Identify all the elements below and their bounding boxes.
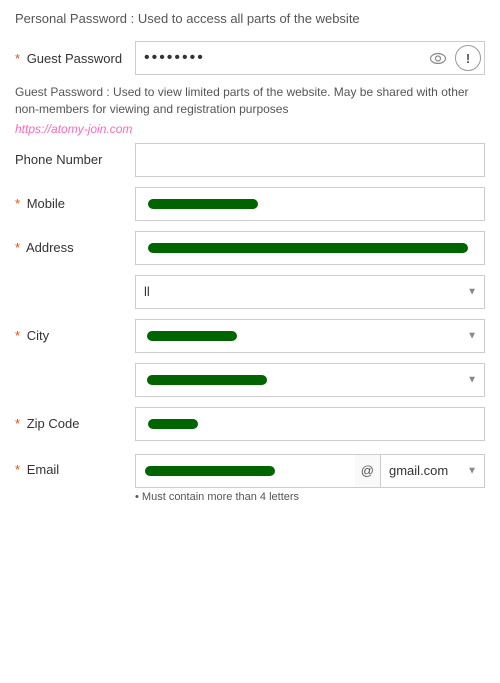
phone-number-field	[135, 143, 485, 177]
address-label: * Address	[15, 240, 135, 255]
email-row: * Email @ gmail.com yahoo.com hotmail.co…	[15, 450, 485, 503]
password-wrapper: !	[135, 41, 485, 75]
toggle-password-visibility-button[interactable]	[425, 45, 451, 71]
city-row: * City ▼	[15, 318, 485, 354]
phone-number-label: Phone Number	[15, 152, 135, 167]
guest-password-label: * Guest Password	[15, 51, 135, 66]
state-field: ll ▼	[135, 275, 485, 309]
zip-code-label-text: Zip Code	[27, 416, 80, 431]
address-field	[135, 231, 485, 265]
email-label: * Email	[15, 454, 135, 477]
password-icon-group: !	[425, 45, 481, 71]
mobile-label: * Mobile	[15, 196, 135, 211]
password-info-button[interactable]: !	[455, 45, 481, 71]
state-row: ll ▼	[15, 274, 485, 310]
address-masked-value	[148, 243, 468, 253]
city-label-text: City	[27, 328, 49, 343]
zipcode-masked-value	[148, 419, 198, 429]
email-hint: Must contain more than 4 letters	[135, 491, 299, 503]
sublocation-select[interactable]	[135, 363, 485, 397]
phone-number-row: Phone Number	[15, 142, 485, 178]
sublocation-row: ▼	[15, 362, 485, 398]
state-select[interactable]: ll	[135, 275, 485, 309]
required-star: *	[15, 51, 20, 66]
email-local-wrapper	[135, 454, 355, 488]
phone-number-label-text: Phone Number	[15, 152, 102, 167]
email-domain-select[interactable]: gmail.com yahoo.com hotmail.com outlook.…	[380, 454, 485, 488]
city-select[interactable]	[135, 319, 485, 353]
address-row: * Address	[15, 230, 485, 266]
eye-icon	[430, 53, 446, 64]
city-select-wrapper: ▼	[135, 319, 485, 353]
watermark-link[interactable]: https://atomy-join.com	[15, 122, 485, 136]
email-local-input[interactable]	[135, 454, 355, 488]
phone-number-input[interactable]	[135, 143, 485, 177]
zip-code-field	[135, 407, 485, 441]
email-at-symbol: @	[355, 454, 380, 488]
zip-code-input-wrapper[interactable]	[135, 407, 485, 441]
required-star-zip: *	[15, 416, 20, 431]
guest-password-label-text: Guest Password	[27, 51, 122, 66]
required-star-city: *	[15, 328, 20, 343]
mobile-label-text: Mobile	[27, 196, 65, 211]
guest-password-row: * Guest Password !	[15, 40, 485, 76]
zip-code-label: * Zip Code	[15, 416, 135, 431]
required-star-mobile: *	[15, 196, 20, 211]
address-input-wrapper[interactable]	[135, 231, 485, 265]
email-domain-wrapper: gmail.com yahoo.com hotmail.com outlook.…	[380, 454, 485, 488]
mobile-masked-value	[148, 199, 258, 209]
mobile-row: * Mobile	[15, 186, 485, 222]
sublocation-select-wrapper: ▼	[135, 363, 485, 397]
state-select-wrapper: ll ▼	[135, 275, 485, 309]
guest-password-description-block: Guest Password : Used to view limited pa…	[15, 84, 485, 136]
address-label-text: Address	[26, 240, 74, 255]
sublocation-field: ▼	[135, 363, 485, 397]
city-field: ▼	[135, 319, 485, 353]
mobile-field	[135, 187, 485, 221]
required-star-address: *	[15, 240, 20, 255]
email-field: @ gmail.com yahoo.com hotmail.com outloo…	[135, 454, 485, 503]
guest-password-field: !	[135, 41, 485, 75]
city-label: * City	[15, 328, 135, 343]
email-input-group: @ gmail.com yahoo.com hotmail.com outloo…	[135, 454, 485, 488]
zip-code-row: * Zip Code	[15, 406, 485, 442]
required-star-email: *	[15, 462, 20, 477]
email-label-text: Email	[27, 462, 60, 477]
personal-password-note: Personal Password : Used to access all p…	[15, 10, 485, 28]
mobile-input-wrapper[interactable]	[135, 187, 485, 221]
guest-password-note: Guest Password : Used to view limited pa…	[15, 84, 485, 118]
